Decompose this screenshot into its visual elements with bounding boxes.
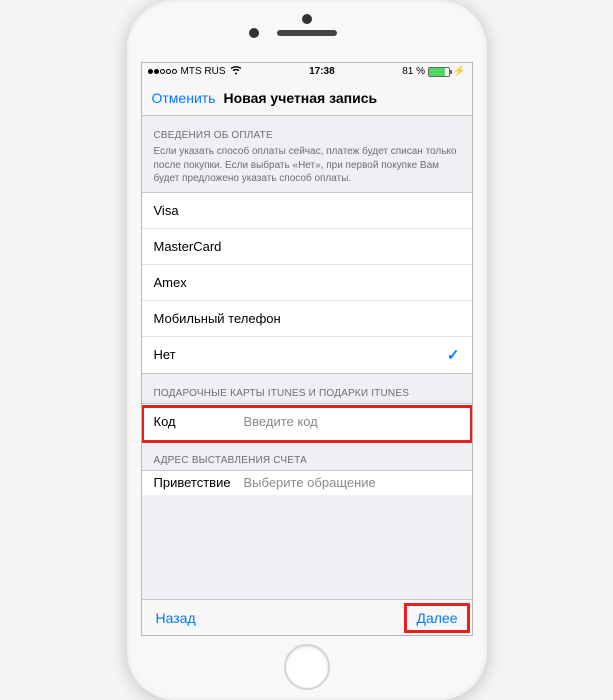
checkmark-icon: ✓ xyxy=(447,346,460,364)
clock: 17:38 xyxy=(309,66,335,77)
iphone-frame: MTS RUS 17:38 81 % ⚡ Отменить Новая учет… xyxy=(127,0,487,700)
next-button[interactable]: Далее xyxy=(416,610,457,626)
gift-header: ПОДАРОЧНЫЕ КАРТЫ ITUNES И ПОДАРКИ ITUNES xyxy=(142,374,472,403)
payment-option-visa[interactable]: Visa xyxy=(142,193,472,229)
salutation-row[interactable]: Приветствие Выберите обращение xyxy=(142,471,472,495)
option-label: MasterCard xyxy=(154,239,222,254)
nav-bar: Отменить Новая учетная запись xyxy=(142,80,472,116)
carrier-label: MTS RUS xyxy=(181,66,226,77)
sensor-dot xyxy=(302,14,312,24)
option-label: Amex xyxy=(154,275,187,290)
salutation-value: Выберите обращение xyxy=(244,475,376,490)
salutation-label: Приветствие xyxy=(154,475,244,490)
charging-icon: ⚡ xyxy=(453,66,465,77)
battery-status: 81 % ⚡ xyxy=(402,66,465,77)
page-title: Новая учетная запись xyxy=(223,90,377,106)
status-bar: MTS RUS 17:38 81 % ⚡ xyxy=(142,63,472,80)
option-label: Мобильный телефон xyxy=(154,311,281,326)
payment-option-none[interactable]: Нет ✓ xyxy=(142,337,472,373)
status-left: MTS RUS xyxy=(148,66,242,78)
home-button[interactable] xyxy=(284,644,330,690)
code-label: Код xyxy=(154,414,244,429)
billing-header: АДРЕС ВЫСТАВЛЕНИЯ СЧЕТА xyxy=(142,441,472,470)
signal-dots xyxy=(148,69,177,74)
battery-pct: 81 % xyxy=(402,66,425,77)
battery-icon xyxy=(428,67,450,77)
option-label: Нет xyxy=(154,347,176,362)
payment-option-mobile[interactable]: Мобильный телефон xyxy=(142,301,472,337)
wifi-icon xyxy=(230,66,242,78)
code-input[interactable]: Введите код xyxy=(244,414,318,429)
payment-desc: Если указать способ оплаты сейчас, плате… xyxy=(142,145,472,192)
option-label: Visa xyxy=(154,203,179,218)
gift-list: Код Введите код xyxy=(142,403,472,441)
cancel-button[interactable]: Отменить xyxy=(152,90,216,106)
camera-dot xyxy=(249,28,259,38)
payment-options-list: Visa MasterCard Amex Мобильный телефон Н… xyxy=(142,192,472,374)
bottom-toolbar: Назад Далее xyxy=(142,599,472,635)
payment-option-amex[interactable]: Amex xyxy=(142,265,472,301)
payment-header: СВЕДЕНИЯ ОБ ОПЛАТЕ xyxy=(142,116,472,145)
payment-option-mastercard[interactable]: MasterCard xyxy=(142,229,472,265)
billing-list: Приветствие Выберите обращение xyxy=(142,470,472,495)
speaker-grille xyxy=(277,30,337,36)
content-scroll[interactable]: СВЕДЕНИЯ ОБ ОПЛАТЕ Если указать способ о… xyxy=(142,116,472,599)
screen: MTS RUS 17:38 81 % ⚡ Отменить Новая учет… xyxy=(141,62,473,636)
back-button[interactable]: Назад xyxy=(156,610,196,626)
gift-code-row[interactable]: Код Введите код xyxy=(142,404,472,440)
